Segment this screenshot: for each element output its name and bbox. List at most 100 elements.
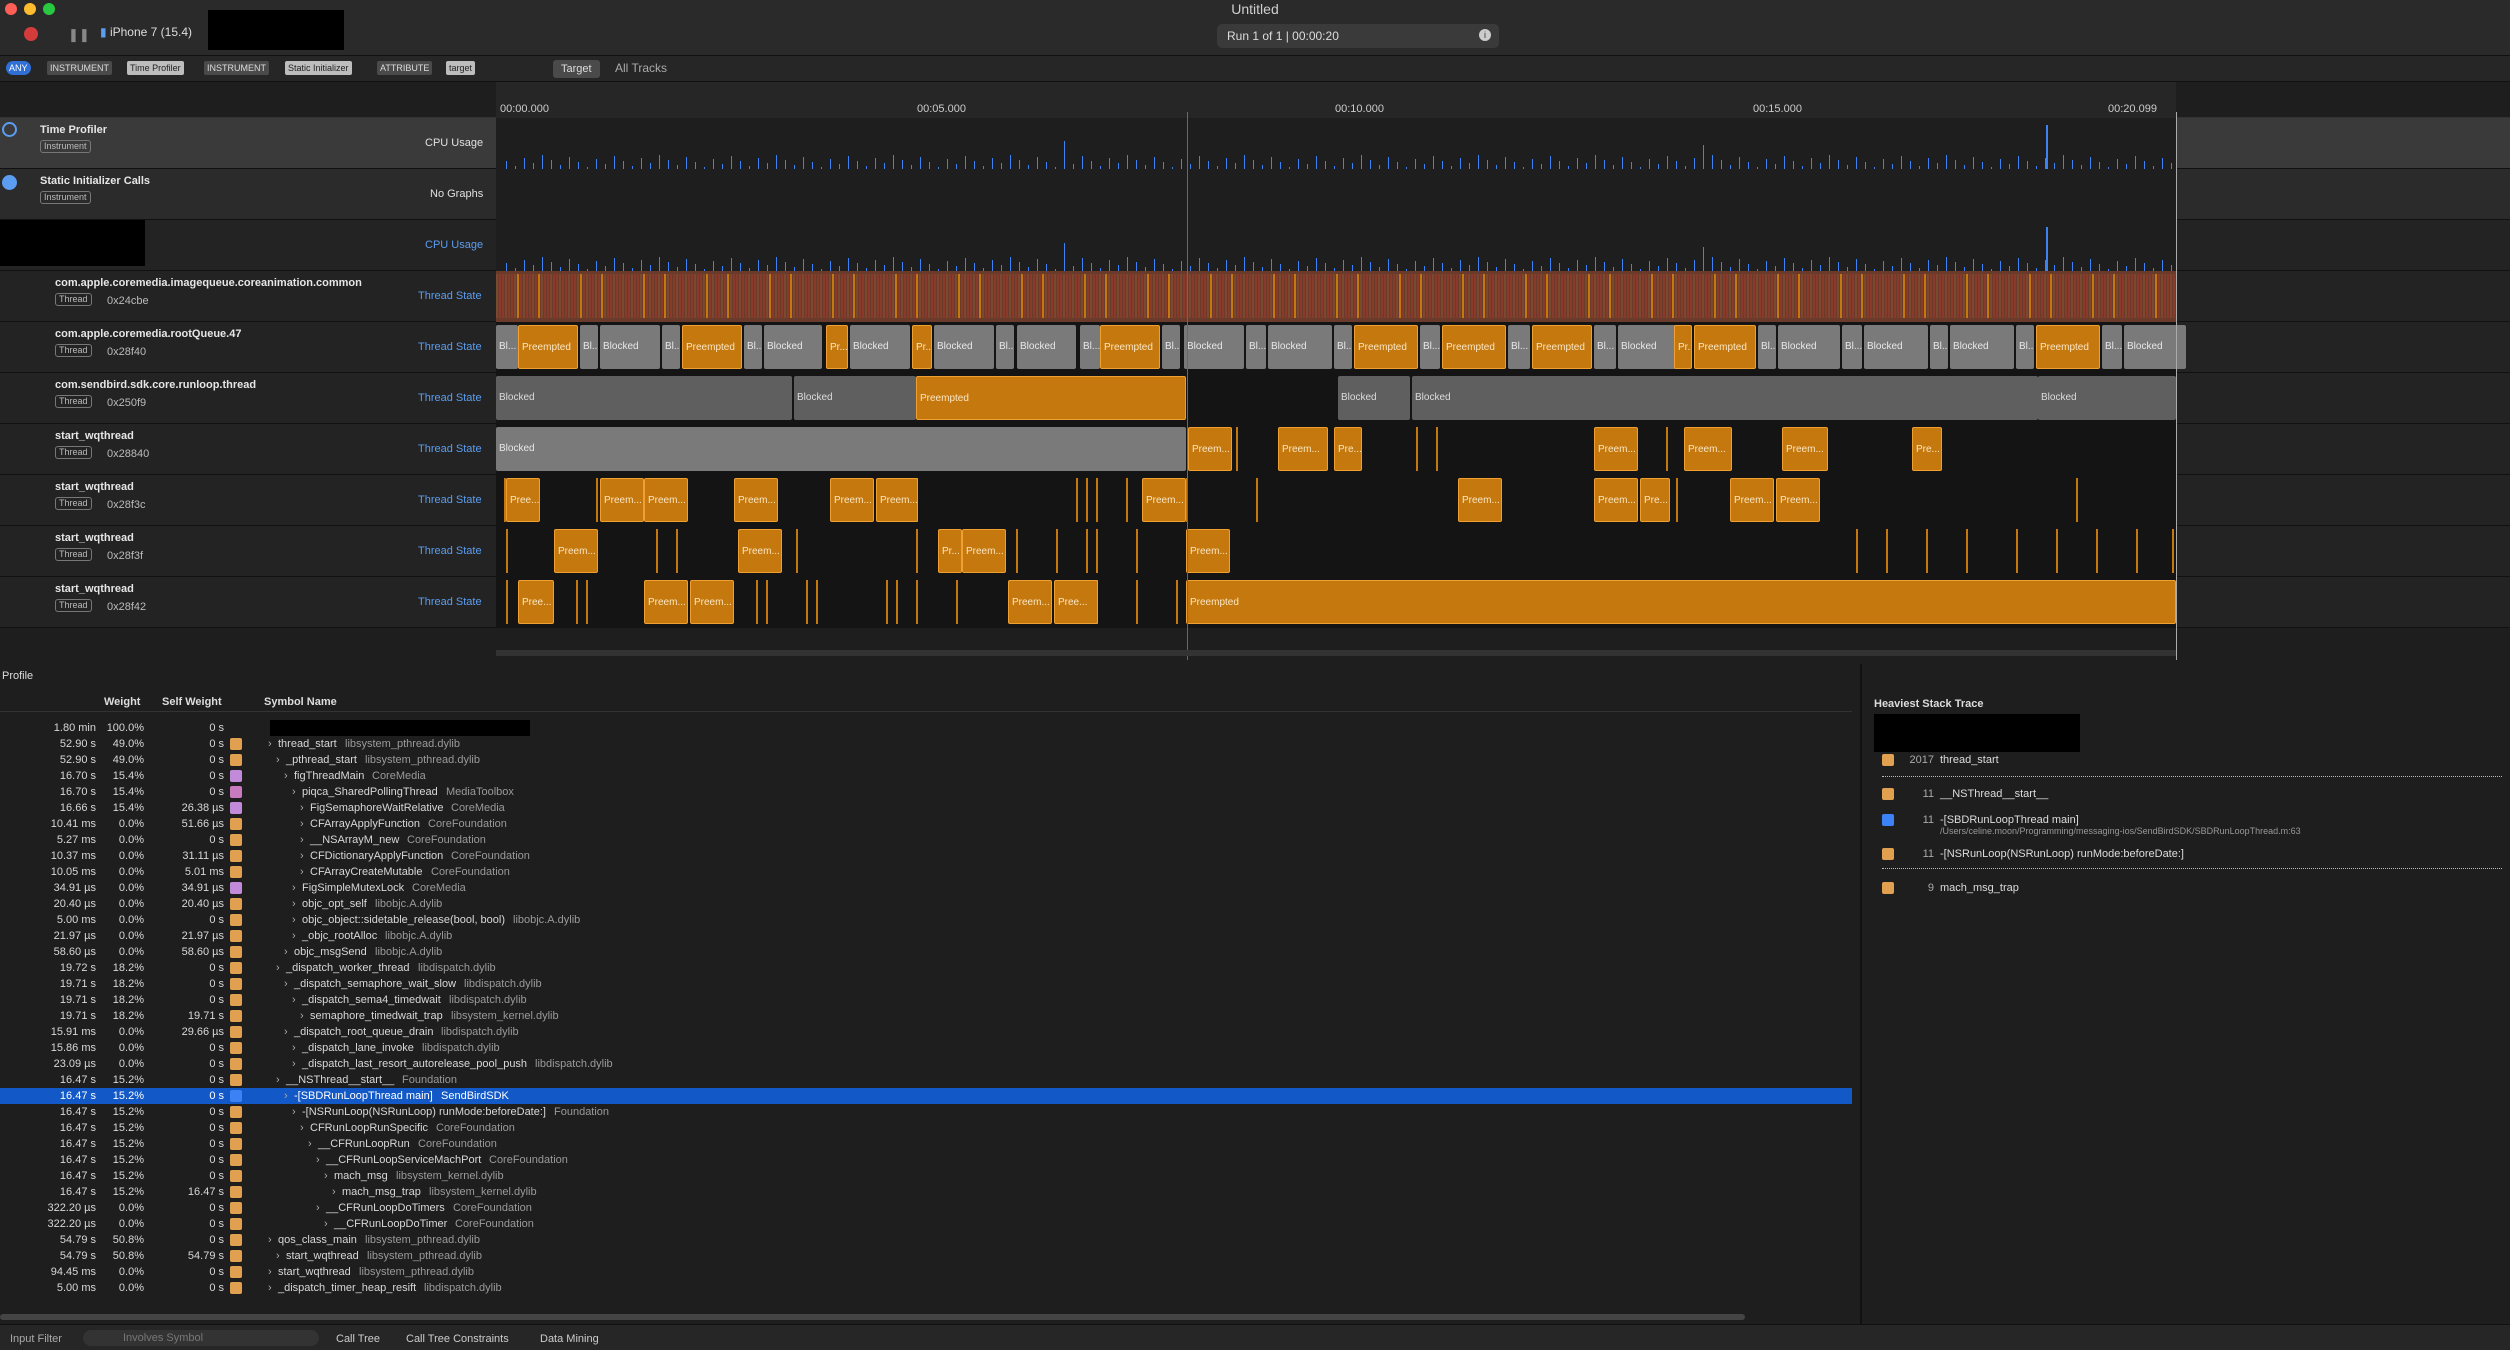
blocked-segment[interactable]: Bl...	[662, 325, 680, 369]
call-tree-row[interactable]: 16.47 s 15.2% 16.47 s › mach_msg_trap lib…	[0, 1184, 1852, 1200]
pane-divider[interactable]	[1860, 664, 1862, 1324]
disclosure-triangle-icon[interactable]: ›	[276, 752, 280, 768]
preempted-segment[interactable]: Preem...	[600, 478, 644, 522]
thread-track[interactable]: start_wqthread Thread 0x28f3f Thread Sta…	[0, 526, 2510, 577]
call-tree-row[interactable]: 54.79 s 50.8% 54.79 s › start_wqthread li…	[0, 1248, 1852, 1264]
call-tree-row[interactable]: 58.60 µs 0.0% 58.60 µs › objc_msgSend lib…	[0, 944, 1852, 960]
preempted-segment[interactable]: Preem...	[1782, 427, 1828, 471]
disclosure-triangle-icon[interactable]: ›	[268, 1280, 272, 1296]
filter-chip[interactable]: ATTRIBUTE	[377, 61, 433, 75]
preempted-segment[interactable]: Preem...	[644, 580, 688, 624]
call-tree-row[interactable]: 23.09 µs 0.0% 0 s › _dispatch_last_resor…	[0, 1056, 1852, 1072]
blocked-segment[interactable]: Bl...	[1842, 325, 1862, 369]
blocked-segment[interactable]: Bl...	[1162, 325, 1180, 369]
blocked-segment[interactable]: Bl...	[580, 325, 598, 369]
blocked-segment[interactable]: Blocked	[1412, 376, 2038, 420]
disclosure-triangle-icon[interactable]: ›	[268, 1264, 272, 1280]
info-icon[interactable]: i	[1479, 29, 1491, 41]
thread-state-timeline[interactable]: Blocked Preem... Preem... Pre... Preem... Pre…	[496, 424, 2176, 475]
blocked-segment[interactable]: Bl...	[1930, 325, 1948, 369]
preempted-segment[interactable]: Preem...	[1730, 478, 1774, 522]
call-tree-row[interactable]: 10.05 ms 0.0% 5.01 ms › CFArrayCreateMut…	[0, 864, 1852, 880]
blocked-segment[interactable]: Blocked	[934, 325, 994, 369]
thread-state-timeline[interactable]: Bl...PreemptedBl...BlockedBl...Preempted…	[496, 322, 2186, 373]
preempted-segment[interactable]: Pree...	[518, 580, 554, 624]
disclosure-triangle-icon[interactable]: ›	[300, 832, 304, 848]
blocked-segment[interactable]: Blocked	[1017, 325, 1076, 369]
filter-chip[interactable]: target	[446, 61, 476, 75]
preempted-segment[interactable]: Preem...	[1458, 478, 1502, 522]
filter-chip[interactable]: INSTRUMENT	[47, 61, 112, 75]
blocked-segment[interactable]: Bl...	[744, 325, 762, 369]
profile-title[interactable]: Profile	[2, 670, 33, 682]
disclosure-triangle-icon[interactable]: ›	[292, 928, 296, 944]
thread-state-timeline[interactable]: Pree... Preem... Preem... Preem... Preem... P…	[496, 475, 2176, 526]
call-tree-row[interactable]: 16.70 s 15.4% 0 s › figThreadMain CoreMed…	[0, 768, 1852, 784]
preempted-segment[interactable]: Preem...	[1142, 478, 1186, 522]
preempted-segment[interactable]: Preem...	[830, 478, 874, 522]
blocked-segment[interactable]: Bl...	[1758, 325, 1776, 369]
preempted-segment[interactable]: Preem...	[690, 580, 734, 624]
blocked-segment[interactable]: Bl...	[1594, 325, 1616, 369]
call-tree-row[interactable]: 19.71 s 18.2% 19.71 s › semaphore_timedw…	[0, 1008, 1852, 1024]
call-tree-row[interactable]: 54.79 s 50.8% 0 s › qos_class_main libsys…	[0, 1232, 1852, 1248]
preempted-segment[interactable]: Pr...	[912, 325, 932, 369]
disclosure-triangle-icon[interactable]: ›	[292, 784, 296, 800]
call-tree-row[interactable]: 5.00 ms 0.0% 0 s › objc_object::sidetabl…	[0, 912, 1852, 928]
disclosure-triangle-icon[interactable]: ›	[300, 800, 304, 816]
call-tree-row[interactable]: 52.90 s 49.0% 0 s › thread_start libsyste…	[0, 736, 1852, 752]
preempted-segment[interactable]: Preem...	[1008, 580, 1052, 624]
stack-frame[interactable]: 11 -[NSRunLoop(NSRunLoop) runMode:before…	[1882, 848, 2502, 876]
symbol-column-header[interactable]: Symbol Name	[264, 696, 337, 708]
disclosure-triangle-icon[interactable]: ›	[284, 1024, 288, 1040]
blocked-segment[interactable]: Blocked	[496, 376, 792, 420]
preempted-segment[interactable]: Preem...	[644, 478, 688, 522]
call-tree-row[interactable]: 15.86 ms 0.0% 0 s › _dispatch_lane_invok…	[0, 1040, 1852, 1056]
preempted-segment[interactable]: Pr...	[938, 529, 962, 573]
disclosure-triangle-icon[interactable]: ›	[292, 1056, 296, 1072]
disclosure-triangle-icon[interactable]: ›	[292, 1104, 296, 1120]
blocked-segment[interactable]: Blocked	[850, 325, 910, 369]
preempted-segment[interactable]: Pree...	[506, 478, 540, 522]
preempted-segment[interactable]: Preempted	[682, 325, 742, 369]
preempted-segment[interactable]: Preempted	[916, 376, 1186, 420]
blocked-segment[interactable]: Blocked	[1268, 325, 1332, 369]
target-button[interactable]: Target	[553, 60, 600, 78]
disclosure-triangle-icon[interactable]: ›	[324, 1168, 328, 1184]
disclosure-triangle-icon[interactable]: ›	[284, 768, 288, 784]
disclosure-triangle-icon[interactable]: ›	[292, 896, 296, 912]
track-time-profiler[interactable]: Time Profiler Instrument CPU Usage	[0, 118, 2510, 169]
self-weight-column-header[interactable]: Self Weight	[162, 696, 222, 708]
disclosure-triangle-icon[interactable]: ›	[292, 992, 296, 1008]
preempted-segment[interactable]: Preem...	[1186, 529, 1230, 573]
preempted-segment[interactable]: Pre...	[1334, 427, 1362, 471]
blocked-segment[interactable]: Bl...	[2016, 325, 2034, 369]
filter-chip[interactable]: INSTRUMENT	[204, 61, 269, 75]
blocked-segment[interactable]: Bl...	[1508, 325, 1530, 369]
involves-symbol-input[interactable]: Involves Symbol	[83, 1330, 319, 1346]
call-tree-row[interactable]: 16.47 s 15.2% 0 s › CFRunLoopRunSpecific…	[0, 1120, 1852, 1136]
disclosure-triangle-icon[interactable]: ›	[316, 1200, 320, 1216]
blocked-segment[interactable]: Blocked	[1950, 325, 2014, 369]
preempted-segment[interactable]: Preem...	[876, 478, 918, 522]
track-static-initializer[interactable]: Static Initializer Calls Instrument No G…	[0, 169, 2510, 220]
disclosure-triangle-icon[interactable]: ›	[268, 1232, 272, 1248]
disclosure-triangle-icon[interactable]: ›	[300, 848, 304, 864]
preempted-segment[interactable]: Preem...	[738, 529, 782, 573]
blocked-segment[interactable]: Bl...	[1420, 325, 1440, 369]
blocked-segment[interactable]: Blocked	[764, 325, 822, 369]
blocked-segment[interactable]: Blocked	[1778, 325, 1840, 369]
blocked-segment[interactable]: Bl...	[1246, 325, 1266, 369]
all-tracks-label[interactable]: All Tracks	[615, 61, 667, 75]
preempted-segment[interactable]: Preempted	[2036, 325, 2100, 369]
call-tree-row[interactable]: 322.20 µs 0.0% 0 s › __CFRunLoopDoTimer C…	[0, 1216, 1852, 1232]
disclosure-triangle-icon[interactable]: ›	[292, 1040, 296, 1056]
preempted-segment[interactable]: Pr...	[1674, 325, 1692, 369]
thread-track[interactable]: com.sendbird.sdk.core.runloop.thread Thr…	[0, 373, 2510, 424]
call-tree-row[interactable]: 16.47 s 15.2% 0 s › __NSThread__start__ F…	[0, 1072, 1852, 1088]
call-tree-row[interactable]: 5.00 ms 0.0% 0 s › _dispatch_timer_heap_…	[0, 1280, 1852, 1296]
call-tree-row[interactable]: 34.91 µs 0.0% 34.91 µs › FigSimpleMutexL…	[0, 880, 1852, 896]
call-tree-row[interactable]: 19.71 s 18.2% 0 s › _dispatch_sema4_time…	[0, 992, 1852, 1008]
disclosure-triangle-icon[interactable]: ›	[316, 1152, 320, 1168]
blocked-segment[interactable]: Blocked	[1184, 325, 1244, 369]
